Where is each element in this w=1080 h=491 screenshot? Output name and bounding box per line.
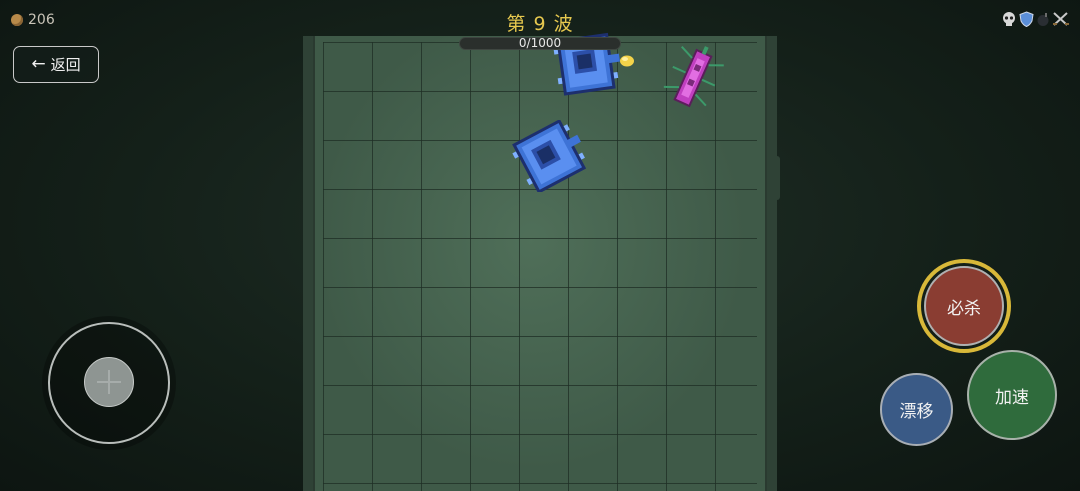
wave-title: 第 9 波 xyxy=(506,13,574,35)
crossed-swords-icon xyxy=(1053,12,1069,26)
status-icons xyxy=(1001,11,1070,27)
gold-coin-pickup xyxy=(620,55,634,67)
wave-progress-text: 0/1000 xyxy=(518,36,562,50)
arena-side-door xyxy=(775,156,780,200)
boost-button[interactable]: 加速 xyxy=(967,350,1057,440)
ultimate-button[interactable]: 必杀 xyxy=(924,266,1004,346)
shield-icon xyxy=(1019,11,1034,27)
drift-button[interactable]: 漂移 xyxy=(880,373,953,446)
joystick-knob[interactable] xyxy=(84,357,134,407)
ultimate-label: 必杀 xyxy=(947,298,981,319)
arrow-left-icon: ← xyxy=(31,54,46,74)
skull-icon xyxy=(1003,12,1015,26)
bomb-icon xyxy=(1037,13,1049,26)
back-button[interactable]: ← 返回 xyxy=(13,46,99,83)
drift-label: 漂移 xyxy=(899,402,934,422)
blue-tank-enemy xyxy=(512,120,587,192)
pink-bug-enemy xyxy=(663,46,724,108)
wave-progress-bar: 0/1000 xyxy=(459,36,621,50)
boost-label: 加速 xyxy=(995,387,1029,408)
back-label: 返回 xyxy=(50,56,81,74)
